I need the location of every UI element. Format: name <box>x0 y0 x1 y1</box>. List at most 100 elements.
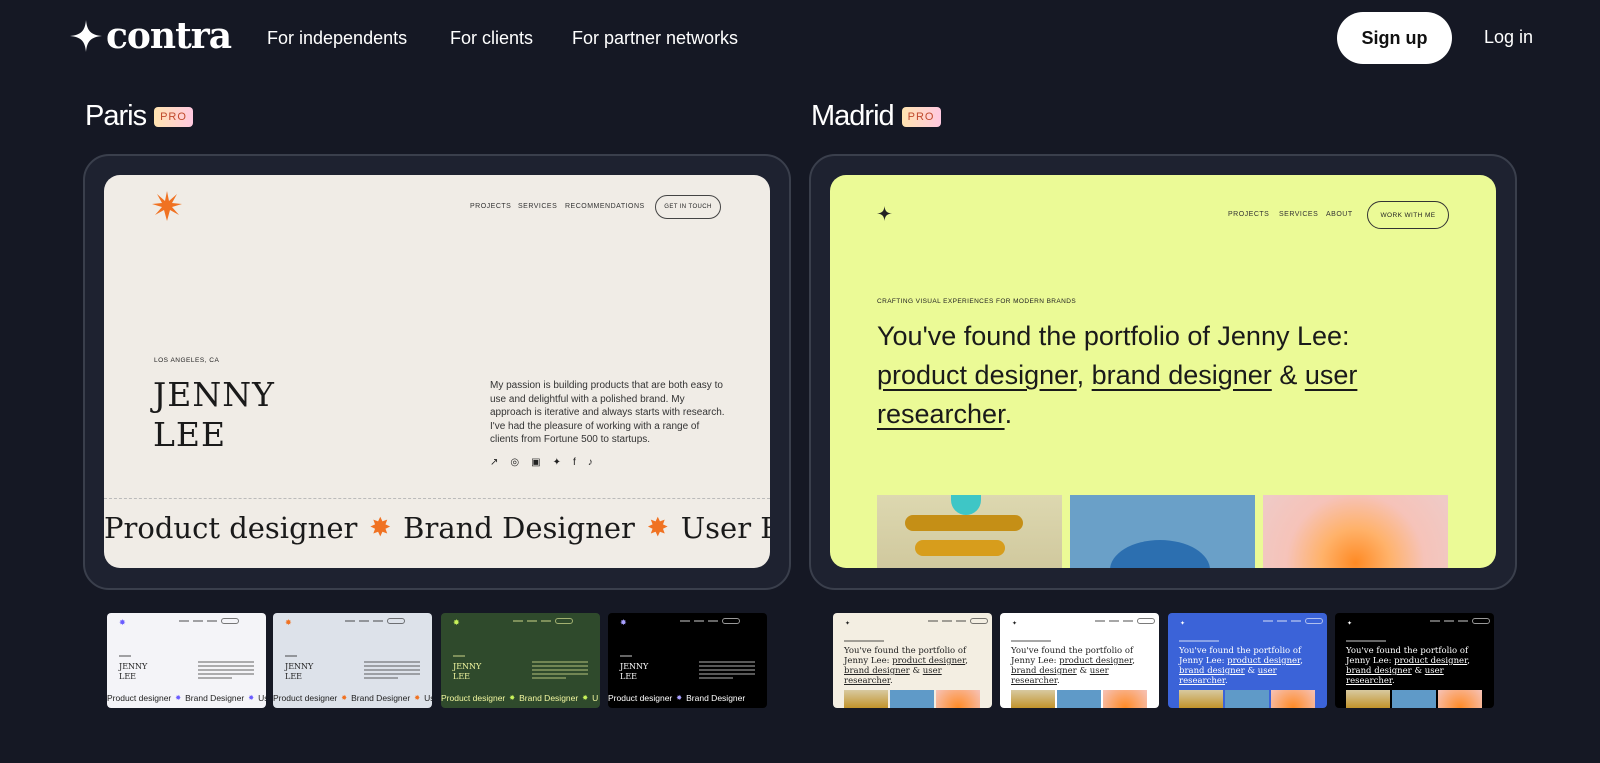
preview-cta-button: GET IN TOUCH <box>655 195 721 219</box>
template-name: Paris <box>85 100 147 132</box>
preview-nav-recommendations: RECOMMENDATIONS <box>565 203 645 210</box>
thumb-headline: You've found the portfolio of Jenny Lee:… <box>844 646 968 686</box>
top-nav: contra For independents For clients For … <box>0 0 1600 76</box>
starburst-icon: ✸ <box>341 695 348 702</box>
marquee-item: User <box>258 693 266 703</box>
marquee-item: User Res <box>424 693 432 703</box>
thumb-marquee: Product designer✸Brand Designer✸User Res <box>273 693 432 703</box>
thumb-nav <box>1263 618 1327 624</box>
marquee-item: Brand Designer <box>351 693 411 703</box>
thumb-location <box>453 655 465 657</box>
thumb-headline: You've found the portfolio of Jenny Lee:… <box>1011 646 1135 686</box>
nav-link-clients[interactable]: For clients <box>450 27 533 49</box>
preview-name: JENNY LEE <box>153 375 275 455</box>
name-last: LEE <box>153 415 227 454</box>
logo-wordmark: contra <box>106 15 232 57</box>
marquee-item: Brand Designer <box>185 693 245 703</box>
preview-nav-services: SERVICES <box>518 203 558 210</box>
twitter-icon: ✦ <box>552 457 561 468</box>
pro-badge: PRO <box>154 106 193 127</box>
thumb-subheading <box>1179 640 1219 642</box>
sign-up-button[interactable]: Sign up <box>1337 12 1452 64</box>
thumb-marquee: Product designer ✸ Brand Designer <box>608 693 745 703</box>
roles-marquee: Product designer ✸ Brand Designer ✸ User… <box>104 511 770 545</box>
thumb-subheading <box>844 640 884 642</box>
thumb-headline: You've found the portfolio of Jenny Lee:… <box>1179 646 1303 686</box>
thumb-headline: You've found the portfolio of Jenny Lee:… <box>1346 646 1470 686</box>
starburst-icon: ✸ <box>620 618 627 627</box>
log-in-link[interactable]: Log in <box>1484 27 1533 48</box>
role-link: brand designer <box>1091 360 1272 390</box>
sparkle-icon <box>70 20 102 52</box>
thumb-subheading <box>1346 640 1386 642</box>
sparkle-icon: ✦ <box>1012 621 1018 627</box>
thumb-name: JENNY LEE <box>285 662 314 681</box>
madrid-variant-thumbnail[interactable]: ✦ You've found the portfolio of Jenny Le… <box>833 613 992 708</box>
preview-bio: My passion is building products that are… <box>490 380 725 445</box>
paris-variant-thumbnail[interactable]: ✸ JENNY LEE Product designer ✸ Brand Design… <box>107 613 266 708</box>
preview-location: LOS ANGELES, CA <box>154 357 220 364</box>
sparkle-icon <box>877 206 892 221</box>
marquee-item: Product designer <box>107 693 172 703</box>
starburst-icon: ✸ <box>453 618 460 627</box>
thumb-nav <box>928 618 992 624</box>
madrid-variant-thumbnail[interactable]: ✦ You've found the portfolio of Jenny Le… <box>1168 613 1327 708</box>
thumb-name: JENNY LEE <box>620 662 649 681</box>
divider <box>104 498 770 499</box>
thumb-subheading <box>1011 640 1051 642</box>
madrid-variant-thumbnail[interactable]: ✦ You've found the portfolio of Jenny Le… <box>1000 613 1159 708</box>
madrid-variant-thumbnail[interactable]: ✦ You've found the portfolio of Jenny Le… <box>1335 613 1494 708</box>
thumb-bio <box>699 661 755 681</box>
thumb-images <box>1011 690 1147 708</box>
marquee-item: U <box>592 693 599 703</box>
thumb-nav <box>513 618 587 624</box>
paris-variant-thumbnail[interactable]: ✸ JENNY LEE Product designer ✸ Brand Design… <box>608 613 767 708</box>
marquee-item: Product designer <box>273 693 338 703</box>
preview-cta-button: WORK WITH ME <box>1367 201 1449 229</box>
marquee-item: Product designer <box>608 693 673 703</box>
paris-variant-thumbnail[interactable]: ✸ JENNY LEE Product designer ✸ Brand Design… <box>441 613 600 708</box>
project-image <box>1070 495 1255 568</box>
role-link: product designer <box>877 360 1077 390</box>
marquee-item: Product designer <box>441 693 506 703</box>
template-preview-paris[interactable]: PROJECTS SERVICES RECOMMENDATIONS GET IN… <box>83 154 791 590</box>
thumb-name: JENNY LEE <box>453 662 482 681</box>
template-preview-madrid[interactable]: PROJECTS SERVICES ABOUT WORK WITH ME CRA… <box>809 154 1517 590</box>
thumb-bio <box>198 661 254 681</box>
preview-nav-projects: PROJECTS <box>1228 211 1270 218</box>
facebook-icon: f <box>572 457 576 468</box>
nav-link-independents[interactable]: For independents <box>267 27 407 49</box>
template-heading-paris: Paris PRO <box>85 100 193 133</box>
preview-screen: PROJECTS SERVICES ABOUT WORK WITH ME CRA… <box>830 175 1496 568</box>
headline-prefix: You've found the portfolio of Jenny Lee: <box>877 321 1350 351</box>
paris-variant-thumbnail[interactable]: ✸ JENNY LEE Product designer ✸ Brand Design… <box>273 613 432 708</box>
contra-logo[interactable]: contra <box>70 15 232 57</box>
linkedin-icon: ▣ <box>531 457 541 468</box>
nav-link-partner-networks[interactable]: For partner networks <box>572 27 738 49</box>
starburst-icon: ✸ <box>582 695 589 702</box>
sparkle-icon: ✦ <box>1180 621 1186 627</box>
thumb-nav <box>1095 618 1159 624</box>
name-first: JENNY <box>153 375 275 414</box>
thumb-images <box>1179 690 1315 708</box>
thumb-marquee: Product designer ✸ Brand Designer ✸ U <box>441 693 598 703</box>
ampersand: & <box>1279 360 1298 390</box>
thumb-images <box>844 690 980 708</box>
template-name: Madrid <box>811 100 895 132</box>
preview-screen: PROJECTS SERVICES RECOMMENDATIONS GET IN… <box>104 175 770 568</box>
marquee-item: Product designer <box>104 511 358 545</box>
thumb-bio <box>364 661 420 681</box>
preview-subheading: CRAFTING VISUAL EXPERIENCES FOR MODERN B… <box>877 298 1077 305</box>
starburst-icon: ✸ <box>119 618 126 627</box>
thumb-location <box>620 655 632 657</box>
starburst-icon: ✸ <box>509 695 516 702</box>
project-image <box>1263 495 1448 568</box>
social-links: ↗ ◎ ▣ ✦ f ♪ <box>490 457 593 468</box>
marquee-item: Brand Designer <box>686 693 746 703</box>
marquee-item: User Res <box>680 511 770 545</box>
project-image <box>877 495 1062 568</box>
preview-nav-projects: PROJECTS <box>470 203 512 210</box>
marquee-item: Brand Designer <box>519 693 579 703</box>
thumb-bio <box>532 661 588 681</box>
thumb-nav <box>1430 618 1494 624</box>
